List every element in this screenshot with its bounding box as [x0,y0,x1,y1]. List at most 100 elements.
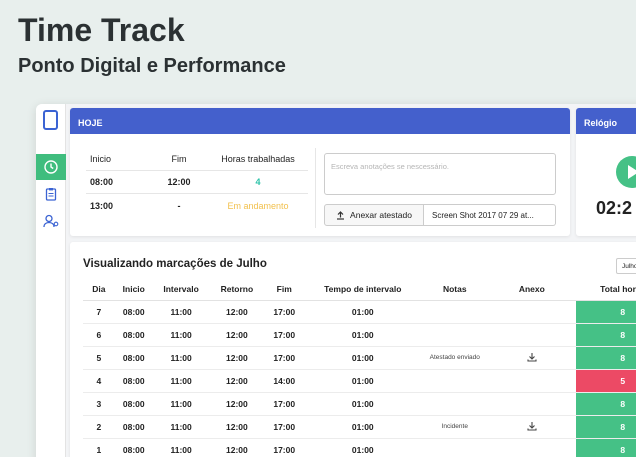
column-header: Inicio [114,278,153,301]
column-header: Notas [421,278,489,301]
cell-total-hours: 8 [575,346,636,370]
cell-note [421,438,489,457]
cell-break: 11:00 [152,346,210,370]
cell-note [421,300,489,324]
attach-label: Anexar atestado [350,210,412,220]
marks-table-header: Dia Inicio Intervalo Retorno Fim Tempo d… [83,278,636,301]
cell-attachment [488,438,576,457]
clock-card: Relógio 02:2 [576,108,636,236]
cell-interval: 01:00 [304,369,422,393]
cell-break: 11:00 [152,300,210,324]
download-icon[interactable] [527,421,537,431]
cell-start: 08:00 [114,415,153,439]
start-time: 08:00 [90,177,114,187]
column-header: Intervalo [152,278,210,301]
column-header: Retorno [209,278,265,301]
today-table: Inicio Fim Horas trabalhadas 08:00 12:00… [86,148,308,217]
cell-end: 17:00 [264,415,305,439]
table-row: 2 08:00 11:00 12:00 17:00 01:00 Incidente 8 [83,415,636,439]
notes-textarea[interactable]: Escreva anotações se nescessário. [324,153,556,195]
app-window: HOJE Inicio Fim Horas trabalhadas 08:00 … [36,104,636,457]
sidebar-item-user-settings[interactable] [36,208,66,234]
cell-return: 12:00 [209,346,265,370]
cell-start: 08:00 [114,369,153,393]
column-header: Total horas [575,278,636,301]
cell-start: 08:00 [114,438,153,457]
table-row: 4 08:00 11:00 12:00 14:00 01:00 5 [83,369,636,393]
sidebar-item-clipboard[interactable] [36,181,66,207]
cell-total-hours: 8 [575,392,636,416]
cell-return: 12:00 [209,323,265,347]
download-icon[interactable] [527,352,537,362]
marks-table: Dia Inicio Intervalo Retorno Fim Tempo d… [83,278,636,457]
month-select[interactable]: Julho [616,258,636,274]
cell-return: 12:00 [209,438,265,457]
cell-total-hours: 8 [575,438,636,457]
column-header: Fim [171,154,187,164]
column-header: Dia [83,278,115,301]
attached-file-name[interactable]: Screen Shot 2017 07 29 at... [424,204,556,226]
play-button[interactable] [616,156,636,188]
cell-note [421,369,489,393]
cell-break: 11:00 [152,415,210,439]
cell-return: 12:00 [209,415,265,439]
cell-day: 1 [83,438,115,457]
cell-attachment [488,369,576,393]
cell-break: 11:00 [152,392,210,416]
cell-break: 11:00 [152,438,210,457]
cell-day: 5 [83,346,115,370]
table-row: 08:00 12:00 4 [86,171,308,194]
cell-end: 17:00 [264,300,305,324]
cell-day: 7 [83,300,115,324]
sidebar-item-clock[interactable] [36,154,66,180]
hero-title: Time Track [18,12,185,48]
cell-end: 17:00 [264,392,305,416]
clock-time: 02:2 [596,198,633,218]
cell-start: 08:00 [114,346,153,370]
cell-note: Incidente [421,415,489,439]
cell-day: 2 [83,415,115,439]
clock-header: Relógio [576,108,636,134]
cell-end: 14:00 [264,369,305,393]
hours-status: Em andamento [227,200,289,211]
hero-subtitle: Ponto Digital e Performance [18,55,286,77]
cell-attachment [488,392,576,416]
today-card: HOJE Inicio Fim Horas trabalhadas 08:00 … [70,108,570,236]
cell-interval: 01:00 [304,438,422,457]
cell-attachment[interactable] [488,346,576,370]
end-time: - [177,200,181,211]
column-header: Tempo de intervalo [304,278,422,301]
column-header: Fim [264,278,305,301]
column-header: Anexo [488,278,576,301]
hours-worked: 4 [255,177,261,187]
cell-start: 08:00 [114,300,153,324]
table-row: 3 08:00 11:00 12:00 17:00 01:00 8 [83,392,636,416]
cell-total-hours: 8 [575,323,636,347]
cell-interval: 01:00 [304,346,422,370]
cell-day: 4 [83,369,115,393]
cell-total-hours: 8 [575,415,636,439]
divider [315,148,316,228]
column-header: Horas trabalhadas [221,154,295,164]
cell-note [421,323,489,347]
start-time: 13:00 [90,200,114,211]
cell-end: 17:00 [264,323,305,347]
table-row: 6 08:00 11:00 12:00 17:00 01:00 8 [83,323,636,347]
today-header: HOJE [70,108,570,134]
table-row: 5 08:00 11:00 12:00 17:00 01:00 Atestado envia… [83,346,636,370]
user-settings-icon [43,214,59,228]
table-row: 1 08:00 11:00 12:00 17:00 01:00 8 [83,438,636,457]
today-table-header: Inicio Fim Horas trabalhadas [86,148,308,171]
sidebar [36,104,66,457]
cell-start: 08:00 [114,323,153,347]
attach-certificate-button[interactable]: Anexar atestado [324,204,424,226]
cell-interval: 01:00 [304,392,422,416]
cell-attachment[interactable] [488,415,576,439]
cell-attachment [488,323,576,347]
cell-return: 12:00 [209,300,265,324]
cell-end: 17:00 [264,438,305,457]
cell-interval: 01:00 [304,300,422,324]
cell-break: 11:00 [152,323,210,347]
cell-day: 3 [83,392,115,416]
cell-attachment [488,300,576,324]
